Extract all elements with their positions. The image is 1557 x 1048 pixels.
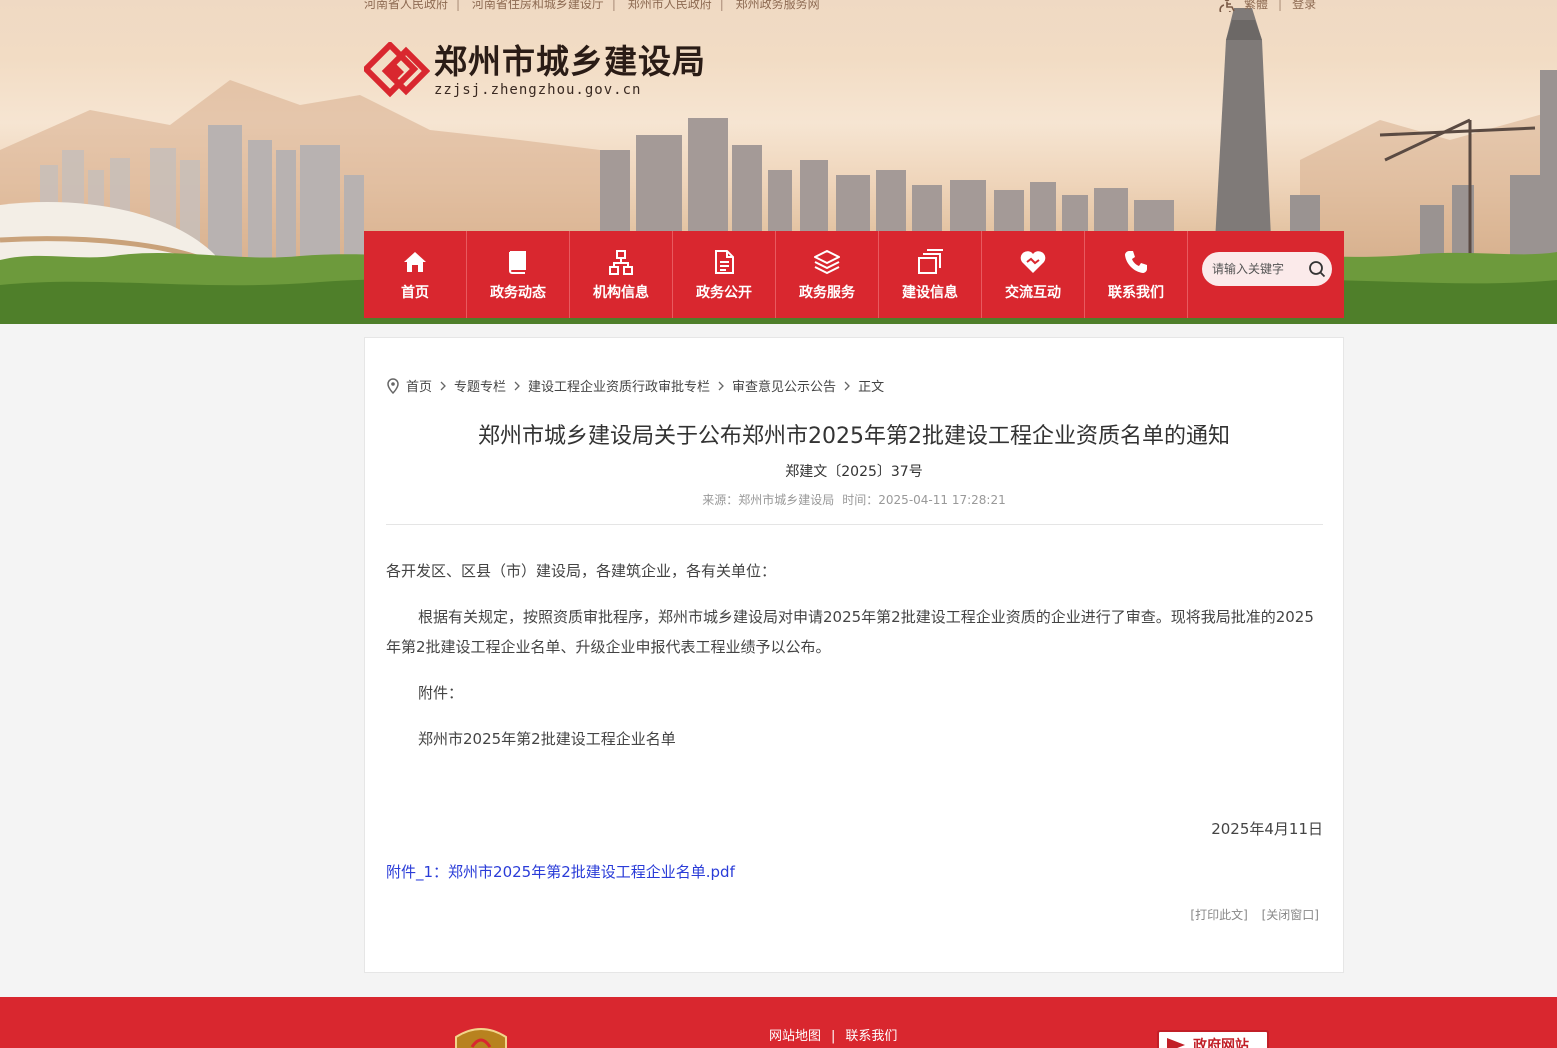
- nav-item-public[interactable]: 政务公开: [673, 231, 776, 318]
- footer: 网站地图 | 联系我们 政府网站: [0, 997, 1557, 1048]
- gov-website-label: 政府网站: [1193, 1038, 1249, 1048]
- nav-label: 政务动态: [490, 284, 546, 301]
- logo-emblem-icon: [364, 42, 430, 98]
- chevron-right-icon: [514, 381, 520, 390]
- nav-label: 政务公开: [696, 284, 752, 301]
- nav-item-construction[interactable]: 建设信息: [879, 231, 982, 318]
- nav-item-home[interactable]: 首页: [364, 231, 467, 318]
- document-icon: [715, 249, 734, 274]
- top-link[interactable]: 郑州政务服务网: [736, 0, 820, 11]
- org-chart-icon: [609, 249, 633, 275]
- layers-icon: [814, 249, 840, 274]
- salutation: 各开发区、区县（市）建设局，各建筑企业，各有关单位：: [386, 562, 777, 580]
- chevron-right-icon: [718, 381, 724, 390]
- logo-title: 郑州市城乡建设局: [434, 42, 706, 81]
- nav-item-service[interactable]: 政务服务: [776, 231, 879, 318]
- nav-item-news[interactable]: 政务动态: [467, 231, 570, 318]
- top-link[interactable]: 河南省人民政府: [364, 0, 448, 11]
- traditional-chinese-link[interactable]: 繁體: [1244, 0, 1268, 12]
- gov-website-badge[interactable]: 政府网站: [1157, 1030, 1269, 1048]
- breadcrumb-current: 正文: [858, 380, 885, 395]
- top-link[interactable]: 郑州市人民政府: [628, 0, 712, 11]
- footer-links: 网站地图 | 联系我们: [769, 1029, 898, 1044]
- footer-link-sitemap[interactable]: 网站地图: [769, 1029, 821, 1044]
- search-input[interactable]: [1212, 262, 1308, 276]
- site-logo[interactable]: 郑州市城乡建设局 zzjsj.zhengzhou.gov.cn: [364, 42, 706, 100]
- top-right-tools: 繁體 | 登录: [1216, 0, 1316, 12]
- title-divider: [386, 524, 1323, 525]
- chevron-right-icon: [440, 381, 446, 390]
- article-meta: 来源：郑州市城乡建设局 时间：2025-04-11 17:28:21: [365, 491, 1343, 508]
- nav-item-contact[interactable]: 联系我们: [1085, 231, 1188, 318]
- nav-label: 交流互动: [1005, 284, 1061, 301]
- breadcrumb-review-notices[interactable]: 审查意见公示公告: [732, 376, 836, 395]
- print-button[interactable]: [打印此文]: [1190, 908, 1247, 922]
- top-link[interactable]: 河南省住房和城乡建设厅: [472, 0, 604, 11]
- document-number: 郑建文〔2025〕37号: [785, 464, 923, 480]
- main-nav: 首页 政务动态 机构信息 政务公开 政务服务 建设信息 交流互动 联系我们: [364, 231, 1344, 318]
- accessibility-icon[interactable]: [1216, 0, 1238, 12]
- article-time: 时间：2025-04-11 17:28:21: [842, 493, 1006, 507]
- close-window-button[interactable]: [关闭窗口]: [1262, 908, 1319, 922]
- article-title: 郑州市城乡建设局关于公布郑州市2025年第2批建设工程企业资质名单的通知: [478, 424, 1230, 449]
- article-source: 来源：郑州市城乡建设局: [702, 493, 835, 507]
- location-pin-icon: [387, 377, 399, 394]
- header-banner: 河南省人民政府 | 河南省住房和城乡建设厅 | 郑州市人民政府 | 郑州政务服务网 繁…: [0, 0, 1557, 324]
- article-body: 各开发区、区县（市）建设局，各建筑企业，各有关单位： 根据有关规定，按照资质审批…: [386, 556, 1323, 770]
- handshake-heart-icon: [1020, 250, 1046, 273]
- login-link[interactable]: 登录: [1292, 0, 1316, 12]
- gov-flag-icon: [1167, 1038, 1185, 1048]
- attachment-pdf-link[interactable]: 附件_1：郑州市2025年第2批建设工程企业名单.pdf: [386, 861, 735, 882]
- attachment-item: 郑州市2025年第2批建设工程企业名单: [418, 730, 676, 748]
- nav-item-interaction[interactable]: 交流互动: [982, 231, 1085, 318]
- breadcrumb-special-topics[interactable]: 专题专栏: [454, 376, 506, 395]
- nav-item-org[interactable]: 机构信息: [570, 231, 673, 318]
- nav-label: 政务服务: [799, 284, 855, 301]
- article-paragraph: 根据有关规定，按照资质审批程序，郑州市城乡建设局对申请2025年第2批建设工程企…: [386, 608, 1314, 656]
- search-box: [1202, 252, 1332, 286]
- footer-link-contact[interactable]: 联系我们: [845, 1029, 897, 1044]
- party-emblem-icon: [455, 1028, 507, 1048]
- chevron-right-icon: [844, 381, 850, 390]
- breadcrumb: 首页 专题专栏 建设工程企业资质行政审批专栏 审查意见公示公告 正文: [386, 376, 884, 395]
- top-links: 河南省人民政府 | 河南省住房和城乡建设厅 | 郑州市人民政府 | 郑州政务服务网: [364, 0, 820, 12]
- article-tools: [打印此文] [关闭窗口]: [1180, 906, 1319, 923]
- home-icon: [404, 251, 426, 272]
- nav-label: 建设信息: [902, 284, 958, 301]
- book-icon: [509, 250, 526, 274]
- nav-label: 首页: [401, 284, 429, 301]
- breadcrumb-home[interactable]: 首页: [406, 376, 432, 395]
- signature-date: 2025年4月11日: [1211, 820, 1323, 838]
- logo-url: zzjsj.zhengzhou.gov.cn: [434, 82, 642, 98]
- nav-label: 联系我们: [1108, 284, 1164, 301]
- attachment-heading: 附件：: [418, 684, 464, 702]
- article-card: 首页 专题专栏 建设工程企业资质行政审批专栏 审查意见公示公告 正文 郑州市城乡…: [364, 337, 1344, 973]
- stacked-pages-icon: [918, 248, 943, 274]
- breadcrumb-qualification-column[interactable]: 建设工程企业资质行政审批专栏: [528, 376, 710, 395]
- search-icon[interactable]: [1308, 260, 1326, 278]
- nav-label: 机构信息: [593, 284, 649, 301]
- phone-icon: [1125, 250, 1147, 273]
